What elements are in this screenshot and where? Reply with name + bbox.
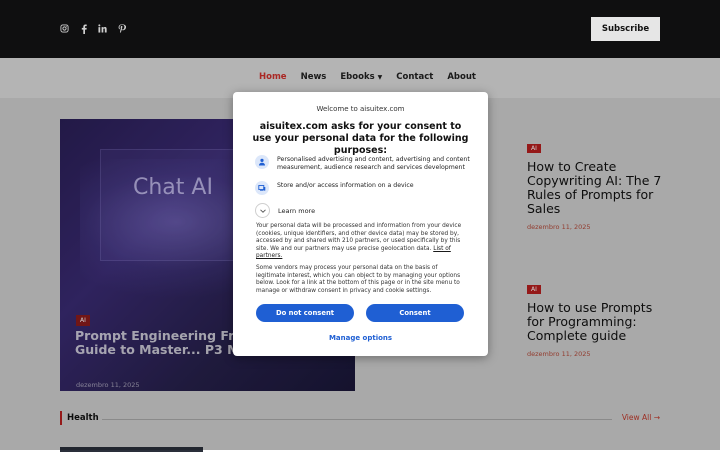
do-not-consent-button[interactable]: Do not consent bbox=[256, 304, 354, 322]
instagram-icon[interactable] bbox=[60, 22, 69, 35]
consent-purpose-text: Personalised advertising and content, ad… bbox=[277, 156, 470, 171]
learn-more-toggle[interactable]: Learn more bbox=[255, 203, 315, 218]
facebook-icon[interactable] bbox=[79, 22, 88, 35]
subscribe-button[interactable]: Subscribe bbox=[591, 17, 660, 41]
consent-paragraph-text: Your personal data will be processed and… bbox=[256, 223, 462, 252]
pinterest-icon[interactable] bbox=[117, 22, 126, 35]
device-icon bbox=[255, 181, 269, 195]
consent-welcome: Welcome to aisuitex.com bbox=[316, 105, 405, 113]
consent-heading: aisuitex.com asks for your consent to us… bbox=[252, 121, 469, 156]
social-links bbox=[60, 22, 126, 35]
consent-button[interactable]: Consent bbox=[366, 304, 464, 322]
chevron-down-icon bbox=[255, 203, 270, 218]
linkedin-icon[interactable] bbox=[98, 22, 107, 35]
consent-paragraph: Your personal data will be processed and… bbox=[256, 223, 465, 261]
person-icon bbox=[255, 155, 269, 169]
consent-purpose-text: Store and/or access information on a dev… bbox=[277, 182, 414, 189]
learn-more-label: Learn more bbox=[278, 206, 316, 215]
manage-options-link[interactable]: Manage options bbox=[233, 334, 488, 342]
consent-paragraph-legitimate-interest: Some vendors may process your personal d… bbox=[256, 265, 461, 294]
consent-dialog: Welcome to aisuitex.com aisuitex.com ask… bbox=[233, 92, 488, 356]
consent-purpose-item: Store and/or access information on a dev… bbox=[255, 181, 472, 195]
top-bar: Subscribe bbox=[0, 0, 720, 58]
consent-purpose-item: Personalised advertising and content, ad… bbox=[255, 155, 472, 172]
